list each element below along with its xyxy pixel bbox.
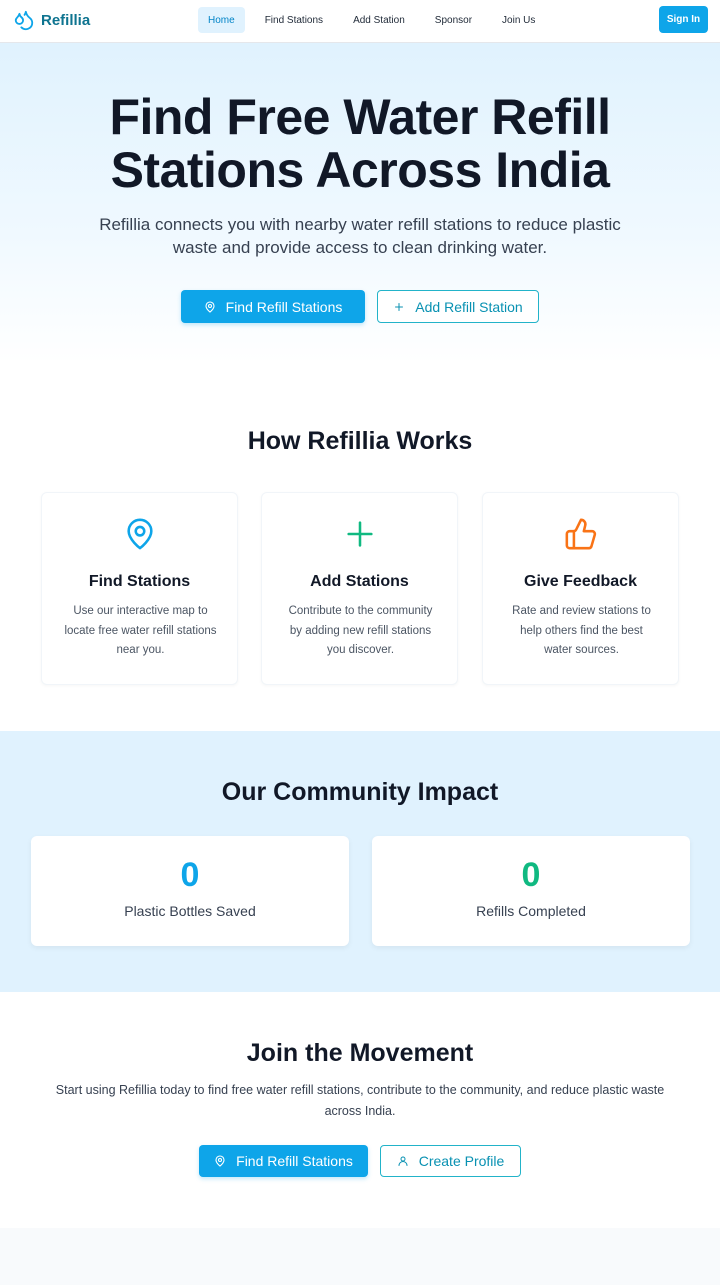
impact-title: Our Community Impact xyxy=(221,778,499,806)
water-drops-icon xyxy=(14,10,34,31)
stat-label: Plastic Bottles Saved xyxy=(124,903,256,919)
feature-card-text: Use our interactive map to locate free w… xyxy=(64,605,217,656)
nav-link-sponsor[interactable]: Sponsor xyxy=(425,7,482,33)
nav-links: Home Find Stations Add Station Sponsor J… xyxy=(198,7,555,33)
nav-link-home[interactable]: Home xyxy=(198,7,245,33)
hero-section: Find Free Water Refill Stations Across I… xyxy=(0,43,720,363)
hero-find-stations-label: Find Refill Stations xyxy=(225,298,343,315)
user-icon xyxy=(398,1156,408,1166)
join-text: Start using Refillia today to find free … xyxy=(55,1083,665,1118)
footer-band xyxy=(0,1228,720,1285)
stat-card-refills: 0 Refills Completed xyxy=(372,836,690,946)
plus-icon xyxy=(395,302,404,311)
nav-link-join-us[interactable]: Join Us xyxy=(492,7,545,33)
feature-card-title: Add Stations xyxy=(310,573,409,590)
stat-value: 0 xyxy=(521,856,541,894)
stat-value: 0 xyxy=(180,856,200,894)
hero-add-station-label: Add Refill Station xyxy=(415,298,523,315)
stat-card-bottles: 0 Plastic Bottles Saved xyxy=(31,836,349,946)
feature-card-add: Add Stations Contribute to the community… xyxy=(261,492,458,685)
join-find-stations-label: Find Refill Stations xyxy=(236,1153,353,1169)
top-navbar: Refillia Home Find Stations Add Station … xyxy=(0,0,720,43)
sign-in-button[interactable]: Sign In xyxy=(659,6,708,33)
hero-title-line2: Stations Across India xyxy=(110,142,610,198)
brand[interactable]: Refillia xyxy=(13,9,90,31)
hero-title-line1: Find Free Water Refill xyxy=(109,89,611,145)
feature-card-title: Find Stations xyxy=(88,573,191,590)
feature-card-text: Rate and review stations to help others … xyxy=(512,605,651,656)
join-title: Join the Movement xyxy=(246,1039,474,1067)
feature-card-feedback: Give Feedback Rate and review stations t… xyxy=(482,492,679,685)
feature-card-find: Find Stations Use our interactive map to… xyxy=(41,492,238,685)
hero-find-stations-button[interactable]: Find Refill Stations xyxy=(181,290,365,323)
nav-link-add-station[interactable]: Add Station xyxy=(343,7,415,33)
create-profile-button[interactable]: Create Profile xyxy=(380,1145,521,1177)
plus-icon xyxy=(346,521,373,547)
map-pin-icon xyxy=(205,300,215,313)
thumbs-up-icon xyxy=(565,518,596,550)
hero-title: Find Free Water Refill Stations Across I… xyxy=(0,91,720,197)
join-find-stations-button[interactable]: Find Refill Stations xyxy=(199,1145,368,1177)
impact-section: Our Community Impact 0 Plastic Bottles S… xyxy=(0,731,720,992)
stat-label: Refills Completed xyxy=(476,903,586,919)
hero-subtitle: Refillia connects you with nearby water … xyxy=(99,215,621,257)
create-profile-label: Create Profile xyxy=(418,1153,505,1169)
feature-card-text: Contribute to the community by adding ne… xyxy=(288,605,433,656)
map-pin-icon xyxy=(215,1155,225,1167)
hero-add-station-button[interactable]: Add Refill Station xyxy=(377,290,539,323)
nav-link-find-stations[interactable]: Find Stations xyxy=(255,7,333,33)
feature-card-title: Give Feedback xyxy=(524,573,637,590)
how-it-works-title: How Refillia Works xyxy=(247,427,473,455)
map-pin-icon xyxy=(126,518,153,550)
brand-name: Refillia xyxy=(41,11,91,29)
